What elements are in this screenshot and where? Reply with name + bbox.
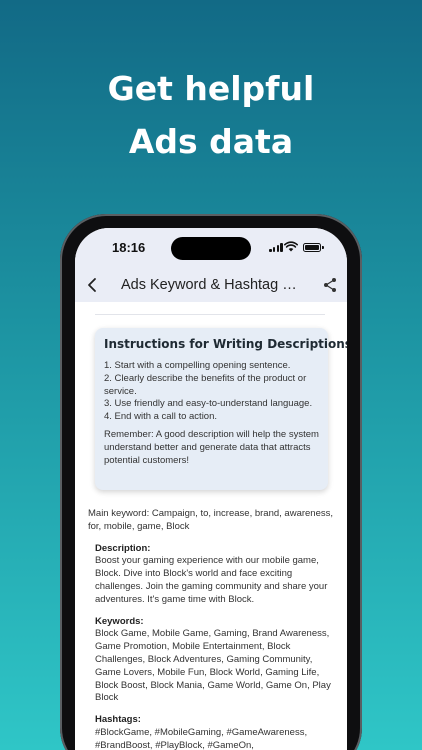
divider bbox=[95, 314, 325, 315]
dynamic-island bbox=[171, 237, 251, 260]
instruction-step-1: 1. Start with a compelling opening sente… bbox=[104, 360, 291, 371]
hashtags-label: Hashtags: bbox=[95, 714, 141, 726]
headline-line-2: Ads data bbox=[128, 122, 294, 161]
description-text: Boost your gaming experience with our mo… bbox=[95, 555, 328, 605]
instructions-card: Instructions for Writing Descriptions 1.… bbox=[95, 328, 347, 490]
instruction-step-3: 3. Use friendly and easy-to-understand l… bbox=[104, 398, 313, 410]
hashtags-section: Hashtags: #BlockGame, #MobileGaming, #Ga… bbox=[95, 714, 338, 750]
nav-bar: Ads Keyword & Hashtag Generator bbox=[75, 268, 347, 302]
chevron-left-icon[interactable] bbox=[83, 274, 103, 296]
instruction-step-2: 2. Clearly describe the benefits of the … bbox=[104, 372, 307, 397]
instruction-step-4: 4. End with a call to action. bbox=[104, 411, 218, 423]
description-label: Description: bbox=[95, 542, 151, 554]
description-section: Description: Boost your gaming experienc… bbox=[95, 543, 338, 607]
main-keyword: Main keyword: Campaign, to, increase, br… bbox=[88, 508, 334, 532]
wifi-icon bbox=[284, 241, 298, 252]
status-bar: 18:16 bbox=[75, 228, 347, 268]
nav-title: Ads Keyword & Hashtag Generator bbox=[121, 277, 306, 293]
cellular-signal-icon bbox=[269, 243, 283, 252]
keywords-text: Block Game, Mobile Game, Gaming, Brand A… bbox=[95, 628, 331, 704]
hashtags-text: #BlockGame, #MobileGaming, #GameAwarenes… bbox=[95, 726, 308, 750]
share-icon[interactable] bbox=[322, 277, 338, 293]
keywords-section: Keywords: Block Game, Mobile Game, Gamin… bbox=[95, 616, 338, 706]
instructions-title: Instructions for Writing Descriptions bbox=[104, 337, 347, 351]
result-content: Main keyword: Campaign, to, increase, br… bbox=[88, 508, 338, 750]
phone-screen: 18:16 Ads Keyword & Hashtag Generator In… bbox=[75, 228, 347, 750]
battery-icon bbox=[303, 243, 324, 252]
promo-headline: Get helpful Ads data bbox=[0, 62, 422, 168]
headline-line-1: Get helpful bbox=[107, 69, 315, 108]
instructions-note: Remember: A good description will help t… bbox=[104, 428, 319, 466]
keywords-label: Keywords: bbox=[95, 615, 144, 627]
status-time: 18:16 bbox=[112, 240, 146, 255]
